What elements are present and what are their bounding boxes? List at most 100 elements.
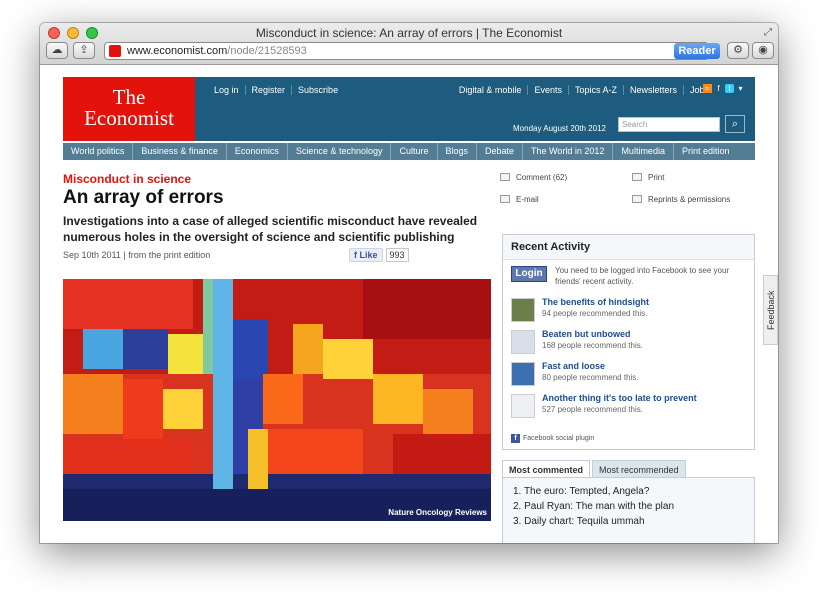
browser-window: Misconduct in science: An array of error… <box>40 23 778 543</box>
item-count: 168 people recommend this. <box>542 341 643 350</box>
list-item[interactable]: 3. Daily chart: Tequila ummah <box>513 514 744 529</box>
share-button[interactable]: ⇪ <box>73 42 95 59</box>
thumbnail <box>511 394 535 418</box>
print-link[interactable]: Print <box>632 173 664 182</box>
nav-economics[interactable]: Economics <box>225 143 287 160</box>
masthead: The Economist Log in Register Subscribe … <box>63 77 755 141</box>
feedback-tab[interactable]: Feedback <box>763 275 778 345</box>
downloads-icon[interactable]: ◉ <box>752 42 774 59</box>
list-item[interactable]: 1. The euro: Tempted, Angela? <box>513 484 744 499</box>
rss-icon[interactable]: ≈ <box>703 84 712 93</box>
newsletters-link[interactable]: Newsletters <box>622 85 683 95</box>
web-page: The Economist Log in Register Subscribe … <box>40 65 778 543</box>
thumbnail <box>511 330 535 354</box>
register-link[interactable]: Register <box>244 85 292 95</box>
article-dateline: Sep 10th 2011 | from the print edition <box>63 250 211 260</box>
thumbnail <box>511 298 535 322</box>
list-item[interactable]: Another thing it's too late to prevent 5… <box>511 393 751 421</box>
speech-bubble-icon <box>500 173 510 181</box>
envelope-icon <box>500 195 510 203</box>
list-item[interactable]: Fast and loose 80 people recommend this. <box>511 361 751 389</box>
most-tabs: Most commented Most recommended <box>502 460 755 478</box>
subscribe-link[interactable]: Subscribe <box>291 85 344 95</box>
facebook-login-button[interactable]: Login <box>511 266 547 282</box>
topics-link[interactable]: Topics A-Z <box>567 85 623 95</box>
site-favicon-icon <box>109 45 121 57</box>
item-count: 80 people recommend this. <box>542 373 639 382</box>
facebook-icon: f <box>511 434 520 443</box>
item-title[interactable]: The benefits of hindsight <box>542 297 649 307</box>
masthead-date: Monday August 20th 2012 <box>513 124 606 133</box>
tab-most-commented[interactable]: Most commented <box>502 460 591 478</box>
article-headline: An array of errors <box>63 187 224 208</box>
chevron-down-icon[interactable]: ▾ <box>736 84 745 93</box>
comment-label: Comment (62) <box>516 173 568 182</box>
reprints-link[interactable]: Reprints & permissions <box>632 195 730 204</box>
social-icons: ≈ f t ▾ <box>703 84 745 93</box>
search-input[interactable]: Search <box>618 117 720 132</box>
reader-button[interactable]: Reader <box>674 43 720 59</box>
like-count: 993 <box>385 248 409 262</box>
tab-most-recommended[interactable]: Most recommended <box>592 460 686 478</box>
nav-multimedia[interactable]: Multimedia <box>612 143 673 160</box>
nav-blogs[interactable]: Blogs <box>436 143 477 160</box>
url-host: www.economist.com <box>127 45 228 57</box>
recent-activity-title: Recent Activity <box>503 235 754 260</box>
nav-science-technology[interactable]: Science & technology <box>286 143 391 160</box>
comment-link[interactable]: Comment (62) <box>500 173 567 182</box>
events-link[interactable]: Events <box>527 85 568 95</box>
login-link[interactable]: Log in <box>208 85 245 95</box>
article-rubric: Investigations into a case of alleged sc… <box>63 214 478 244</box>
item-count: 94 people recommended this. <box>542 309 648 318</box>
twitter-icon[interactable]: t <box>725 84 734 93</box>
digital-mobile-link[interactable]: Digital & mobile <box>453 85 528 95</box>
list-item[interactable]: Beaten but unbowed 168 people recommend … <box>511 329 751 357</box>
image-credit: Nature Oncology Reviews <box>388 508 487 517</box>
list-item[interactable]: 2. Paul Ryan: The man with the plan <box>513 499 744 514</box>
account-links: Log in Register Subscribe <box>208 85 344 95</box>
reprints-label: Reprints & permissions <box>648 195 731 204</box>
feedback-label: Feedback <box>766 290 776 330</box>
email-label: E-mail <box>516 195 539 204</box>
logo-line-1: The <box>112 85 146 109</box>
nav-debate[interactable]: Debate <box>476 143 522 160</box>
item-title[interactable]: Beaten but unbowed <box>542 329 631 339</box>
item-count: 527 people recommend this. <box>542 405 643 414</box>
logo-line-2: Economist <box>84 106 174 130</box>
facebook-login-message: You need to be logged into Facebook to s… <box>555 266 730 286</box>
article-kicker: Misconduct in science <box>63 172 192 186</box>
nav-business-finance[interactable]: Business & finance <box>132 143 226 160</box>
thumbnail <box>511 362 535 386</box>
list-item[interactable]: The benefits of hindsight 94 people reco… <box>511 297 751 325</box>
section-nav: World politics Business & finance Econom… <box>63 143 755 160</box>
email-link[interactable]: E-mail <box>500 195 539 204</box>
heatmap-image <box>63 279 491 521</box>
nav-print-edition[interactable]: Print edition <box>672 143 738 160</box>
nav-world-politics[interactable]: World politics <box>63 143 132 160</box>
browser-toolbar: Misconduct in science: An array of error… <box>40 23 778 65</box>
recent-activity-panel: Recent Activity Login You need to be log… <box>502 234 755 450</box>
search-icon[interactable]: ⌕ <box>725 115 745 133</box>
icloud-tabs-button[interactable]: ☁ <box>46 42 68 59</box>
facebook-like-button[interactable]: f Like <box>349 248 383 262</box>
plugin-text: Facebook social plugin <box>523 435 595 442</box>
article-image: Nature Oncology Reviews <box>63 279 491 521</box>
like-label: Like <box>359 250 378 260</box>
wrench-icon[interactable]: ⚙ <box>727 42 749 59</box>
facebook-plugin-label: f Facebook social plugin <box>511 434 594 443</box>
nav-culture[interactable]: Culture <box>390 143 436 160</box>
nav-world-in-2012[interactable]: The World in 2012 <box>522 143 612 160</box>
url-path: /node/21528593 <box>227 45 307 57</box>
address-bar[interactable]: www.economist.com/node/21528593 ↻ <box>104 42 709 60</box>
facebook-icon[interactable]: f <box>714 84 723 93</box>
facebook-like-widget: f Like 993 <box>349 248 409 262</box>
most-list: 1. The euro: Tempted, Angela? 2. Paul Ry… <box>502 477 755 543</box>
item-title[interactable]: Another thing it's too late to prevent <box>542 393 697 403</box>
utility-links: Digital & mobile Events Topics A-Z Newsl… <box>453 85 715 95</box>
window-title: Misconduct in science: An array of error… <box>255 26 563 40</box>
economist-logo[interactable]: The Economist <box>63 77 195 141</box>
item-title[interactable]: Fast and loose <box>542 361 605 371</box>
print-label: Print <box>648 173 665 182</box>
fullscreen-icon[interactable]: ⤢ <box>764 27 772 38</box>
document-icon <box>632 195 642 203</box>
